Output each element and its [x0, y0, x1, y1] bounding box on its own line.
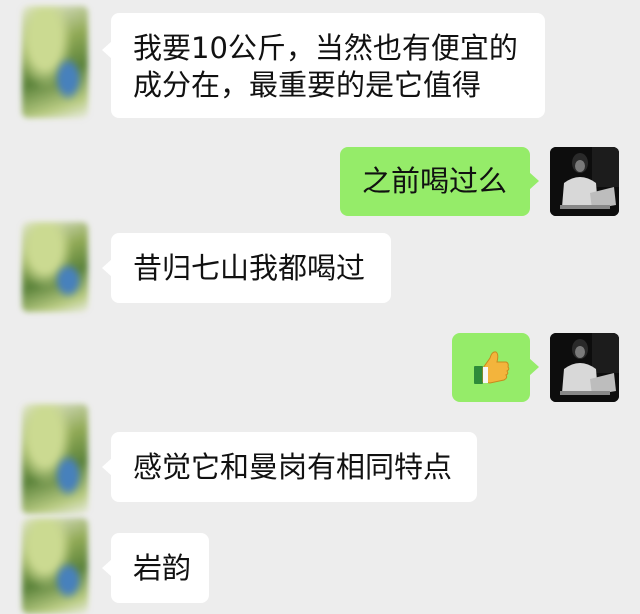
user-avatar[interactable] — [550, 147, 619, 216]
bubble-tail — [102, 259, 112, 277]
thumbs-up-icon — [474, 351, 510, 384]
bubble-tail — [529, 358, 539, 376]
bubble-tail — [102, 41, 112, 59]
bubble-tail — [102, 458, 112, 476]
user-avatar[interactable] — [550, 333, 619, 402]
contact-avatar[interactable] — [22, 222, 88, 312]
message-bubble-incoming[interactable]: 我要10公斤，当然也有便宜的 成分在，最重要的是它值得 — [102, 13, 545, 118]
message-text-line: 成分在，最重要的是它值得 — [133, 68, 482, 102]
message-bubble-incoming[interactable]: 感觉它和曼岗有相同特点 — [102, 432, 477, 502]
message-text-line: 昔归七山我都喝过 — [133, 251, 366, 285]
message-text-line: 岩韵 — [133, 551, 192, 585]
message-bubble-incoming[interactable]: 昔归七山我都喝过 — [102, 233, 391, 303]
person-reading-photo — [550, 147, 619, 216]
contact-avatar[interactable] — [22, 518, 88, 614]
message-text-line: 感觉它和曼岗有相同特点 — [133, 450, 453, 484]
message-text-line: 之前喝过么 — [362, 164, 508, 198]
bubble-tail — [102, 559, 112, 577]
person-reading-photo — [550, 333, 619, 402]
message-bubble-outgoing[interactable]: 之前喝过么 — [340, 147, 539, 216]
contact-avatar[interactable] — [22, 6, 88, 118]
message-bubble-outgoing[interactable] — [452, 333, 539, 402]
message-text-line: 我要10公斤，当然也有便宜的 — [133, 31, 518, 65]
message-bubble-incoming[interactable]: 岩韵 — [102, 533, 209, 603]
bubble-tail — [529, 172, 539, 190]
contact-avatar[interactable] — [22, 404, 88, 514]
